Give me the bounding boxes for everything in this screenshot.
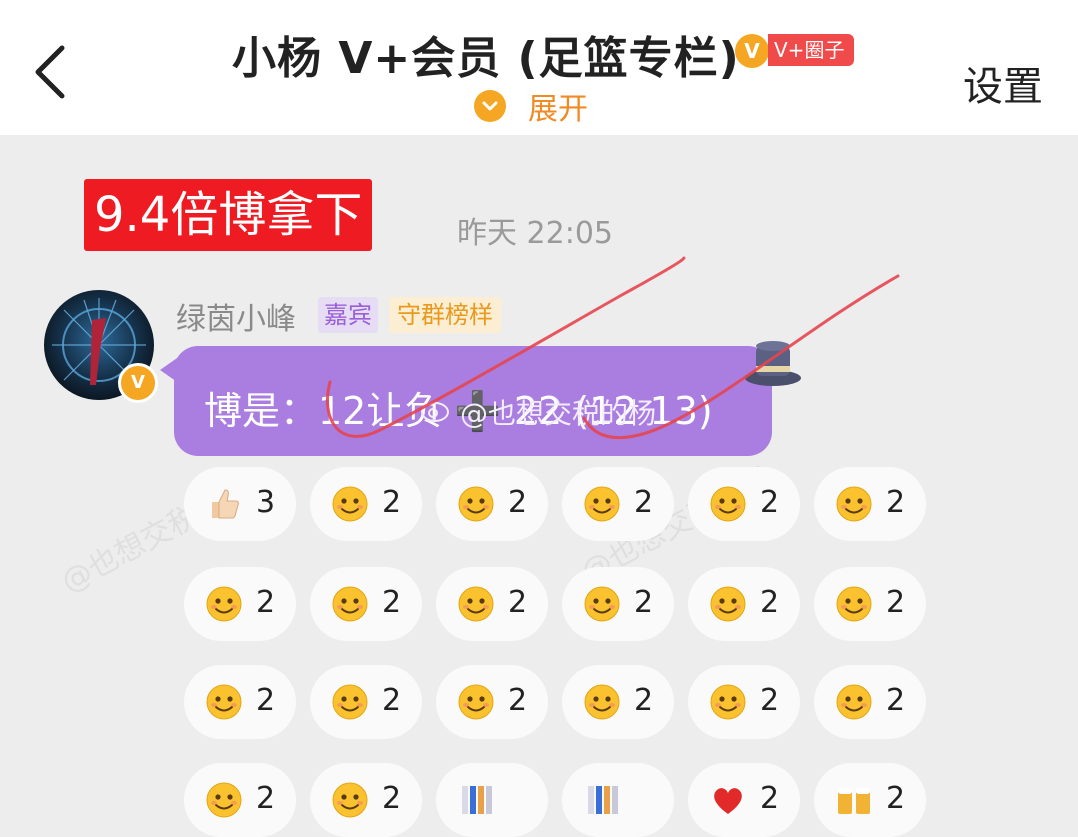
- reaction-count: 2: [886, 585, 906, 620]
- reaction-chip[interactable]: 2: [310, 665, 422, 739]
- reaction-chip[interactable]: 2: [184, 665, 296, 739]
- think-face-icon: [584, 586, 620, 622]
- reaction-count: 2: [760, 781, 780, 816]
- reaction-count: 2: [382, 485, 402, 520]
- headline-banner: 9.4倍博拿下: [84, 179, 373, 251]
- reaction-chip[interactable]: 2: [688, 665, 800, 739]
- reaction-count: 2: [760, 485, 780, 520]
- reaction-chip[interactable]: 2: [310, 567, 422, 641]
- 666-face-icon: [458, 586, 494, 622]
- grin-face-icon: [584, 486, 620, 522]
- back-icon[interactable]: [28, 42, 72, 102]
- reaction-count: 2: [760, 585, 780, 620]
- reaction-chip[interactable]: 2: [436, 467, 548, 541]
- reaction-count: 2: [634, 485, 654, 520]
- reaction-chip[interactable]: 3: [184, 467, 296, 541]
- page-title: 小杨 V+会员 (足篮专栏): [232, 33, 740, 84]
- reaction-count: 2: [760, 683, 780, 718]
- reaction-count: 2: [886, 781, 906, 816]
- vip-badge-icon: V: [735, 34, 769, 68]
- expand-label: 展开: [528, 92, 588, 127]
- reaction-count: 3: [256, 485, 276, 520]
- reaction-count: 2: [256, 683, 276, 718]
- heart-eyes-face-icon: [332, 684, 368, 720]
- top-bar: 小杨 V+会员 (足篮专栏) V V+圈子 展开 设置: [0, 0, 1078, 135]
- heart-icon: [714, 788, 742, 814]
- reaction-chip[interactable]: 2: [436, 567, 548, 641]
- reaction-chip[interactable]: 2: [562, 665, 674, 739]
- cheer-face-icon: [710, 586, 746, 622]
- sender-name[interactable]: 绿茵小峰: [176, 294, 296, 338]
- expand-button[interactable]: 展开: [474, 86, 588, 127]
- reaction-chip[interactable]: 2: [562, 467, 674, 541]
- reaction-count: 2: [886, 683, 906, 718]
- headband-face-icon: [332, 782, 368, 818]
- reaction-count: 2: [382, 683, 402, 718]
- top-hat-icon: [745, 341, 801, 386]
- reaction-count: 2: [382, 585, 402, 620]
- reaction-chip[interactable]: 2: [562, 567, 674, 641]
- blurred-icon: [588, 786, 618, 814]
- reaction-count: 2: [256, 585, 276, 620]
- laugh-face-icon: [710, 486, 746, 522]
- reaction-chip[interactable]: 2: [688, 567, 800, 641]
- reaction-chip[interactable]: 2: [814, 567, 926, 641]
- reaction-chip[interactable]: 2: [310, 467, 422, 541]
- reaction-count: 2: [508, 683, 528, 718]
- shy-face-icon: [332, 486, 368, 522]
- watermark: @也想交税的杨: [460, 397, 657, 430]
- reaction-count: 2: [634, 585, 654, 620]
- pray-face-icon: [458, 486, 494, 522]
- amazed-face-icon: [206, 586, 242, 622]
- rainbow-face-icon: [836, 586, 872, 622]
- excited-face-icon: [332, 586, 368, 622]
- blurred-icon: [462, 786, 492, 814]
- surprised-face-icon: [458, 684, 494, 720]
- settings-button[interactable]: 设置: [963, 54, 1043, 112]
- reaction-chip[interactable]: 2: [814, 467, 926, 541]
- kiss-face-icon: [836, 486, 872, 522]
- vip-tag[interactable]: V+圈子: [768, 34, 855, 66]
- flower-face-icon: [206, 684, 242, 720]
- beer-icon: [838, 788, 870, 814]
- reaction-count: 2: [886, 485, 906, 520]
- reaction-count: 2: [382, 781, 402, 816]
- guest-tag: 嘉宾: [318, 297, 378, 333]
- salute-face-icon: [584, 684, 620, 720]
- reaction-chip[interactable]: 2: [436, 665, 548, 739]
- message-timestamp: 昨天 22:05: [457, 216, 613, 251]
- verified-badge-icon: V: [118, 363, 158, 403]
- reaction-count: 2: [508, 485, 528, 520]
- reaction-chip[interactable]: 2: [688, 467, 800, 541]
- reaction-count: 2: [634, 683, 654, 718]
- reaction-count: 2: [256, 781, 276, 816]
- rank-tag: 守群榜样: [389, 297, 501, 333]
- thumbs-up-icon: [212, 489, 239, 519]
- smug-face-icon: [710, 684, 746, 720]
- wink-face-icon: [836, 684, 872, 720]
- reaction-chip[interactable]: 2: [814, 665, 926, 739]
- chevron-down-icon: [474, 90, 506, 122]
- reaction-count: 2: [508, 585, 528, 620]
- reaction-chip[interactable]: 2: [184, 567, 296, 641]
- cry-laugh-face-icon: [206, 782, 242, 818]
